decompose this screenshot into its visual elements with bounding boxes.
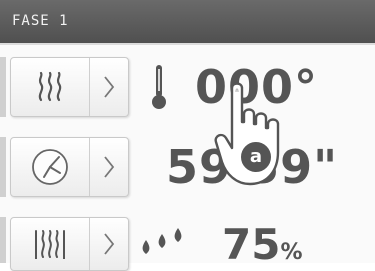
chevron-right-icon[interactable]: [89, 218, 128, 270]
humidity-unit: %: [280, 240, 303, 265]
humidity-number: 75: [222, 220, 281, 269]
droplets-icon: [138, 226, 188, 264]
step-badge: a: [239, 140, 273, 174]
step-badge-label: a: [249, 146, 263, 167]
row-edge: [0, 217, 6, 263]
time-setting-button[interactable]: [10, 137, 129, 197]
chevron-right-icon[interactable]: [89, 138, 128, 196]
phase-panel: FASE 1 000° 75% a: [0, 0, 375, 271]
tap-hand-icon: [214, 80, 284, 194]
row-edge: [0, 57, 6, 117]
steam-icon: [11, 218, 90, 270]
heat-waves-icon: [11, 58, 90, 116]
phase-header: FASE 1: [0, 0, 375, 45]
phase-title: FASE 1: [12, 13, 69, 29]
thermometer-icon: [150, 63, 168, 115]
clock-icon: [11, 138, 90, 196]
heat-setting-button[interactable]: [10, 57, 129, 117]
chevron-right-icon[interactable]: [89, 58, 128, 116]
row-edge: [0, 137, 6, 197]
humidity-value[interactable]: 75%: [222, 220, 303, 269]
